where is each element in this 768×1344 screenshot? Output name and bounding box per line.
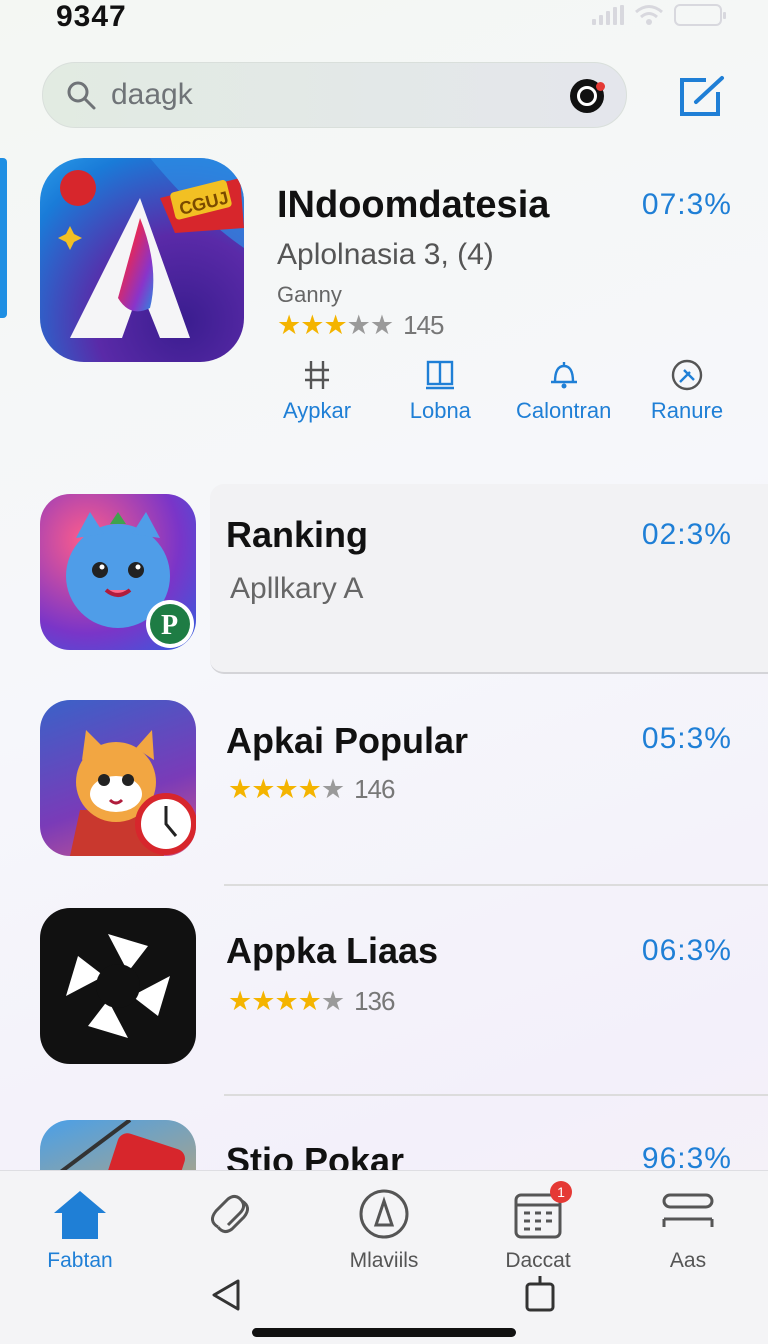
star-filled-icon: ★ [274,774,298,804]
compass-icon [671,359,703,391]
tab-label: Daccat [505,1249,571,1272]
app-icon-appka-liaas[interactable] [40,908,196,1064]
status-icons [592,4,726,26]
app-percent: 05:3% [641,722,732,755]
scroll-accent [0,158,7,318]
rating-stars: ★★★★★ [228,986,345,1017]
featured-app-rating: ★★★★★ 145 [277,310,444,341]
featured-app-category: Ganny [277,282,342,307]
app-percent: 02:3% [641,518,732,551]
action-label: Ranure [650,398,724,423]
star-filled-icon: ★ [277,310,301,340]
action-lobna[interactable]: Lobna [385,358,495,424]
rating-count: 146 [354,774,395,804]
app-percent: 06:3% [641,934,732,967]
back-icon[interactable] [210,1278,244,1312]
search-input[interactable]: daagk [111,78,193,112]
home-icon [54,1191,106,1239]
app-icon-ranking[interactable]: P [40,494,196,650]
featured-actions: Aypkar Lobna Calontran Ranure [262,358,742,424]
row-divider [224,884,768,886]
star-filled-icon: ★ [297,986,322,1016]
app-title[interactable]: Apkai Popular [226,720,468,762]
notification-badge: 1 [550,1181,572,1203]
star-empty-icon: ★ [369,310,394,340]
action-ranure[interactable]: Ranure [632,358,742,424]
app-rating: ★★★★★ 136 [228,986,395,1017]
star-filled-icon: ★ [300,310,324,340]
star-filled-icon: ★ [228,986,252,1016]
app-icon-apkai-popular[interactable] [40,700,196,856]
action-calontran[interactable]: Calontran [509,358,619,424]
rating-count: 145 [403,310,444,340]
rating-stars: ★★★★★ [277,310,394,341]
home-button-icon[interactable] [524,1276,556,1312]
star-empty-icon: ★ [320,986,345,1016]
featured-app-icon[interactable]: CGUJ [40,158,244,362]
tab-mlaviils[interactable]: Mlaviils [324,1187,444,1275]
app-title[interactable]: Ranking [226,514,368,556]
star-filled-icon: ★ [297,774,322,804]
icon-badge-letter: P [161,610,178,641]
tab-home[interactable]: Fabtan [20,1187,140,1275]
link-icon [211,1194,249,1234]
app-subtitle: Apllkary A [230,572,364,605]
tab-aas[interactable]: Aas [628,1187,748,1275]
featured-app-percent: 07:3% [641,188,732,221]
signal-icon [592,5,624,25]
star-filled-icon: ★ [274,986,298,1016]
action-aypkar[interactable]: Aypkar [262,358,372,424]
featured-app-title[interactable]: INdoomdatesia [277,184,549,227]
home-indicator[interactable] [252,1328,516,1337]
bottom-tab-bar: Fabtan Mlaviils 1 Daccat Aas [0,1170,768,1344]
tab-links[interactable] [170,1187,290,1275]
star-filled-icon: ★ [251,986,275,1016]
battery-icon [674,4,726,26]
columns-icon [305,361,329,389]
tab-label: Fabtan [47,1249,113,1272]
star-filled-icon: ★ [228,774,252,804]
book-icon [426,360,455,390]
star-empty-icon: ★ [346,310,371,340]
tab-label: Mlaviils [349,1249,419,1272]
action-label: Calontran [515,398,612,423]
tab-label: Aas [669,1249,707,1272]
bell-icon [550,362,577,389]
rating-stars: ★★★★★ [228,774,345,805]
star-filled-icon: ★ [323,310,347,340]
app-rating: ★★★★★ 146 [228,774,395,805]
action-label: Aypkar [282,398,352,423]
row-divider [224,1094,768,1096]
tab-daccat[interactable]: 1 Daccat [478,1181,598,1275]
action-label: Lobna [409,398,471,423]
compass-icon [359,1189,409,1239]
rating-count: 136 [354,986,395,1016]
search-icon [67,81,96,110]
status-time: 9347 [56,0,127,33]
compose-icon[interactable] [676,74,728,120]
star-filled-icon: ★ [251,774,275,804]
wifi-icon [635,5,663,25]
star-empty-icon: ★ [320,774,345,804]
featured-app-subtitle: Aplolnasia 3, (4) [277,238,494,271]
menu-icon [662,1193,714,1227]
app-title[interactable]: Appka Liaas [226,930,438,972]
search-bar[interactable]: daagk [42,62,627,128]
camera-lens-button[interactable] [570,79,605,113]
